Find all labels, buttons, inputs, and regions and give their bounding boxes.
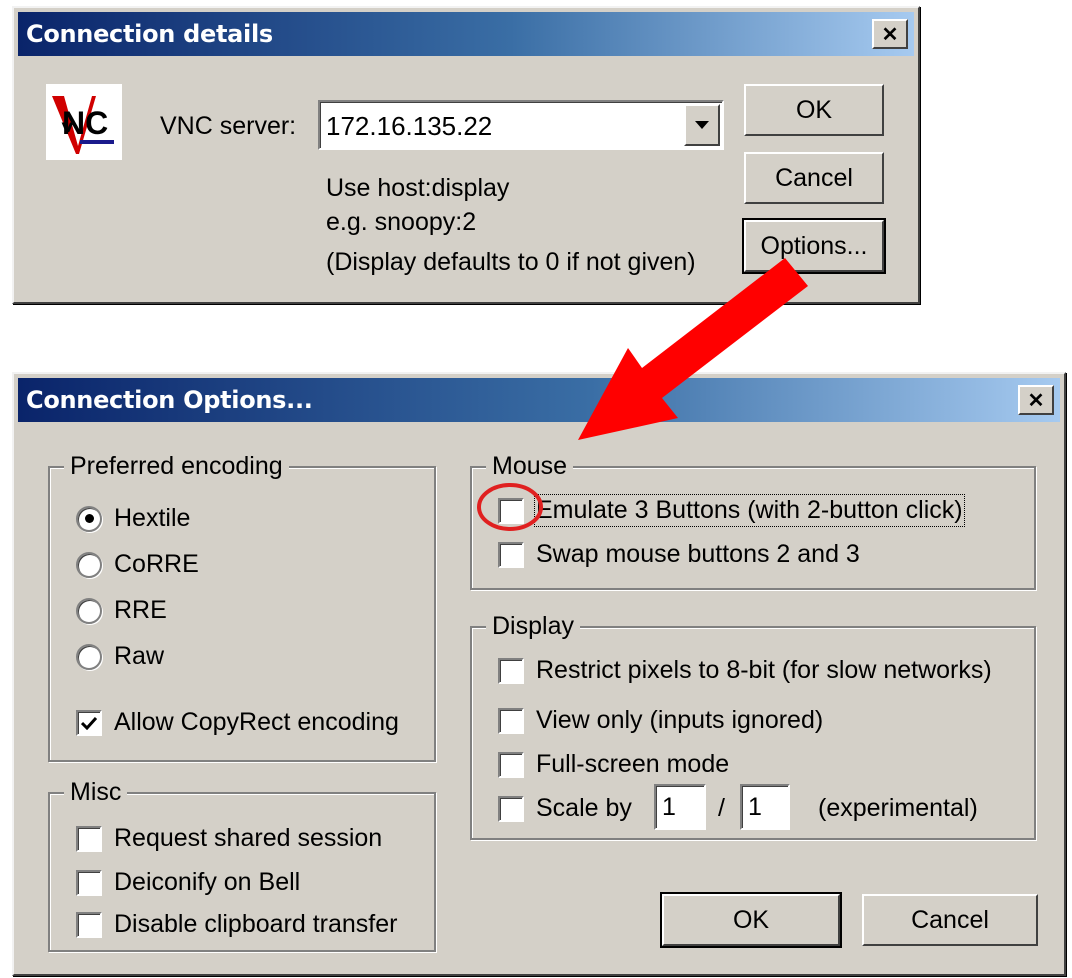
ok-label: OK xyxy=(732,905,770,934)
misc-item-deiconify[interactable]: Deiconify on Bell xyxy=(76,868,300,897)
checkbox-label: Request shared session xyxy=(114,824,383,852)
misc-legend: Misc xyxy=(64,778,128,807)
checkbox[interactable] xyxy=(498,657,524,684)
cancel-label: Cancel xyxy=(775,163,853,192)
mouse-legend: Mouse xyxy=(486,452,574,481)
radio-corre[interactable]: CoRRE xyxy=(76,550,199,579)
scale-label: Scale by xyxy=(536,794,632,822)
scale-numerator-value: 1 xyxy=(662,793,676,821)
display-legend: Display xyxy=(486,612,580,641)
radio-button[interactable] xyxy=(76,505,102,532)
preferred-encoding-legend: Preferred encoding xyxy=(64,452,289,481)
radio-rre[interactable]: RRE xyxy=(76,596,167,625)
checkbox-label: Emulate 3 Buttons (with 2-button click) xyxy=(534,494,965,527)
radio-raw[interactable]: Raw xyxy=(76,642,164,671)
checkbox[interactable] xyxy=(498,707,524,734)
close-icon: ✕ xyxy=(1027,389,1045,412)
checkbox[interactable] xyxy=(76,825,102,852)
misc-item-clipboard[interactable]: Disable clipboard transfer xyxy=(76,910,397,939)
scale-denominator-value: 1 xyxy=(748,793,762,821)
checkbox[interactable] xyxy=(498,795,524,822)
mouse-item-emulate[interactable]: Emulate 3 Buttons (with 2-button click) xyxy=(498,494,965,527)
cancel-button[interactable]: Cancel xyxy=(862,894,1038,946)
scale-note: (experimental) xyxy=(818,794,978,822)
ok-button[interactable]: OK xyxy=(660,892,842,948)
chevron-down-icon xyxy=(695,121,709,129)
close-button[interactable]: ✕ xyxy=(872,19,908,49)
checkbox-label: Swap mouse buttons 2 and 3 xyxy=(536,540,860,568)
display-item-restrict[interactable]: Restrict pixels to 8-bit (for slow netwo… xyxy=(498,656,992,685)
radio-label: RRE xyxy=(114,596,167,624)
server-input[interactable]: 172.16.135.22 xyxy=(326,111,492,142)
radio-hextile[interactable]: Hextile xyxy=(76,504,190,533)
radio-label: Raw xyxy=(114,642,165,670)
title-bar: Connection Options... ✕ xyxy=(18,378,1060,422)
radio-dot xyxy=(84,514,94,523)
checkbox[interactable] xyxy=(76,911,102,938)
ok-button[interactable]: OK xyxy=(744,84,884,136)
radio-button[interactable] xyxy=(76,597,102,624)
scale-separator: / xyxy=(718,794,725,822)
scale-denominator-input[interactable]: 1 xyxy=(740,784,790,830)
scale-numerator-input[interactable]: 1 xyxy=(654,784,706,830)
ok-label: OK xyxy=(795,95,833,124)
radio-label: CoRRE xyxy=(114,550,199,578)
checkbox-label: View only (inputs ignored) xyxy=(536,706,824,734)
checkbox[interactable] xyxy=(76,869,102,896)
checkbox-label: Allow CopyRect encoding xyxy=(114,708,399,736)
options-label: Options... xyxy=(760,231,868,260)
connection-options-dialog: Connection Options... ✕ Preferred encodi… xyxy=(12,372,1066,976)
preferred-encoding-group: Preferred encoding Hextile CoRRE RRE Raw… xyxy=(48,452,436,762)
checkbox[interactable] xyxy=(498,497,524,524)
radio-button[interactable] xyxy=(76,643,102,670)
checkbox-label: Full-screen mode xyxy=(536,750,730,778)
title-bar: Connection details ✕ xyxy=(18,12,914,56)
checkbox-label: Disable clipboard transfer xyxy=(114,910,398,938)
checkbox-label: Restrict pixels to 8-bit (for slow netwo… xyxy=(536,656,992,684)
copyrect-checkbox-row[interactable]: Allow CopyRect encoding xyxy=(76,708,399,737)
svg-text:NC: NC xyxy=(62,105,108,141)
mouse-item-swap[interactable]: Swap mouse buttons 2 and 3 xyxy=(498,540,860,569)
cancel-label: Cancel xyxy=(911,905,989,934)
server-combobox[interactable]: 172.16.135.22 xyxy=(318,100,724,150)
hint-line-3: (Display defaults to 0 if not given) xyxy=(326,248,696,276)
display-group: Display Restrict pixels to 8-bit (for sl… xyxy=(470,612,1036,840)
dialog-title: Connection details xyxy=(26,20,273,48)
display-item-scale[interactable]: Scale by xyxy=(498,794,632,823)
dialog-title: Connection Options... xyxy=(26,386,313,414)
dropdown-button[interactable] xyxy=(684,104,720,146)
checkbox[interactable] xyxy=(76,709,102,736)
connection-details-dialog: Connection details ✕ ᵥ NC VNC server: 17… xyxy=(12,6,920,304)
radio-label: Hextile xyxy=(114,504,191,532)
hint-line-1: Use host:display xyxy=(326,174,510,202)
vnc-logo-icon: ᵥ NC xyxy=(46,84,122,160)
checkbox-label: Deiconify on Bell xyxy=(114,868,301,896)
options-button[interactable]: Options... xyxy=(742,218,886,274)
cancel-button[interactable]: Cancel xyxy=(744,152,884,204)
display-item-viewonly[interactable]: View only (inputs ignored) xyxy=(498,706,823,735)
server-label: VNC server: xyxy=(160,112,297,140)
checkbox[interactable] xyxy=(498,541,524,568)
checkbox[interactable] xyxy=(498,751,524,778)
mouse-group: Mouse Emulate 3 Buttons (with 2-button c… xyxy=(470,452,1036,590)
close-button[interactable]: ✕ xyxy=(1018,385,1054,415)
misc-item-shared[interactable]: Request shared session xyxy=(76,824,382,853)
radio-button[interactable] xyxy=(76,551,102,578)
hint-line-2: e.g. snoopy:2 xyxy=(326,208,477,236)
display-item-fullscreen[interactable]: Full-screen mode xyxy=(498,750,729,779)
check-icon xyxy=(81,716,97,730)
misc-group: Misc Request shared session Deiconify on… xyxy=(48,778,436,952)
close-icon: ✕ xyxy=(881,23,899,46)
